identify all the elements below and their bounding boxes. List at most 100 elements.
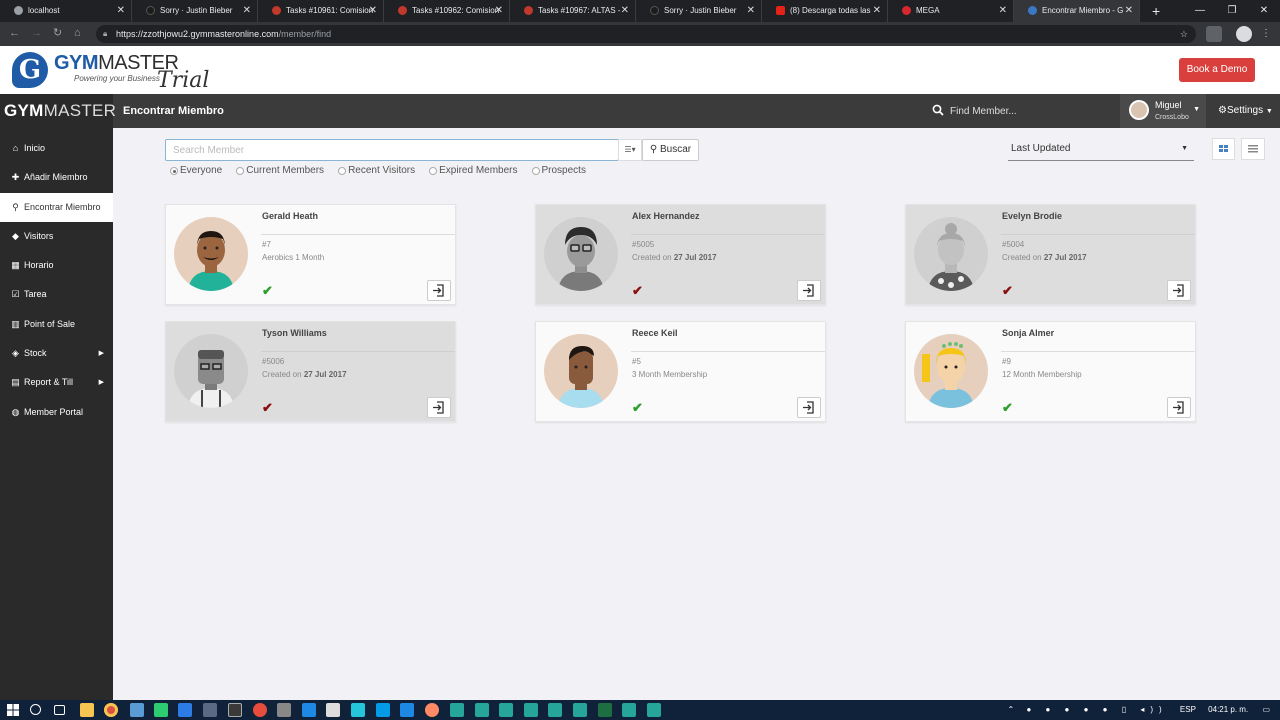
bookmark-star-icon[interactable]: ☆ [1180, 25, 1188, 43]
sidebar-item-point-of-sale[interactable]: ▥ Point of Sale [0, 310, 113, 339]
checkin-button[interactable] [797, 397, 821, 418]
book-demo-button[interactable]: Book a Demo [1179, 58, 1255, 82]
close-icon[interactable]: ✕ [117, 0, 125, 22]
app-icon[interactable] [450, 703, 464, 717]
terminal-icon[interactable] [228, 703, 242, 717]
checkin-button[interactable] [1167, 397, 1191, 418]
app-icon[interactable] [622, 703, 636, 717]
checkin-button[interactable] [427, 397, 451, 418]
checkin-button[interactable] [427, 280, 451, 301]
sidebar-item-tarea[interactable]: ☑ Tarea [0, 280, 113, 309]
radio-current-members[interactable]: Current Members [236, 165, 324, 177]
notification-icon[interactable]: ▭ [1262, 705, 1270, 714]
browser-tab[interactable]: Sorry · Justin Bieber ✕ [636, 0, 762, 22]
app-icon[interactable] [154, 703, 168, 717]
member-name[interactable]: Reece Keil [632, 328, 678, 338]
app-icon[interactable] [253, 703, 267, 717]
member-name[interactable]: Alex Hernandez [632, 211, 700, 221]
close-icon[interactable]: ✕ [1125, 0, 1133, 22]
menu-dots-icon[interactable]: ⋮ [1258, 26, 1274, 42]
sidebar-item-member-portal[interactable]: ◍ Member Portal [0, 398, 113, 427]
app-icon[interactable] [425, 703, 439, 717]
member-name[interactable]: Tyson Williams [262, 328, 327, 338]
excel-icon[interactable] [598, 703, 612, 717]
cortana-icon[interactable] [30, 704, 41, 715]
app-icon[interactable] [475, 703, 489, 717]
browser-tab[interactable]: localhost ✕ [0, 0, 132, 22]
member-card[interactable]: Tyson Williams #5006 Created on 27 Jul 2… [165, 321, 456, 422]
minimize-icon[interactable]: — [1184, 0, 1216, 22]
close-icon[interactable]: ✕ [873, 0, 881, 22]
checkin-button[interactable] [1167, 280, 1191, 301]
radio-recent-visitors[interactable]: Recent Visitors [338, 165, 415, 177]
app-icon[interactable] [302, 703, 316, 717]
buscar-button[interactable]: ⚲ Buscar [642, 139, 699, 161]
url-bar[interactable]: 🔒︎ https://zzothjowu2.gymmasteronline.co… [96, 25, 1196, 43]
filter-options-button[interactable]: ☰▾ [618, 139, 642, 161]
close-icon[interactable]: ✕ [999, 0, 1007, 22]
member-name[interactable]: Sonja Almer [1002, 328, 1054, 338]
forward-icon[interactable]: → [31, 26, 42, 40]
app-icon[interactable] [351, 703, 365, 717]
browser-tab[interactable]: Sorry · Justin Bieber ✕ [132, 0, 258, 22]
file-explorer-icon[interactable] [80, 703, 94, 717]
app-icon[interactable] [178, 703, 192, 717]
restore-icon[interactable]: ❐ [1216, 0, 1248, 22]
member-card[interactable]: Alex Hernandez #5005 Created on 27 Jul 2… [535, 204, 826, 305]
sidebar-item-encontrar-miembro[interactable]: ⚲ Encontrar Miembro [0, 192, 113, 222]
app-icon[interactable] [203, 703, 217, 717]
windows-start-icon[interactable] [6, 703, 20, 717]
member-card[interactable]: Sonja Almer #9 12 Month Membership ✔ [905, 321, 1196, 422]
list-view-button[interactable] [1241, 138, 1265, 160]
browser-tab[interactable]: Tasks #10961: Comision ✕ [258, 0, 384, 22]
app-icon[interactable] [647, 703, 661, 717]
member-card[interactable]: Gerald Heath #7 Aerobics 1 Month ✔ [165, 204, 456, 305]
member-card[interactable]: Evelyn Brodie #5004 Created on 27 Jul 20… [905, 204, 1196, 305]
sidebar-item-report-till[interactable]: ▤ Report & Till ▶ [0, 368, 113, 397]
profile-icon[interactable] [1236, 26, 1252, 42]
app-icon[interactable] [277, 703, 291, 717]
find-member-input[interactable] [950, 102, 1110, 120]
app-icon[interactable] [499, 703, 513, 717]
back-icon[interactable]: ← [9, 26, 20, 40]
reload-icon[interactable]: ↻ [53, 26, 62, 40]
radio-prospects[interactable]: Prospects [531, 165, 586, 177]
extension-icon[interactable] [1206, 26, 1222, 42]
close-icon[interactable]: ✕ [369, 0, 377, 22]
member-name[interactable]: Gerald Heath [262, 211, 318, 221]
close-icon[interactable]: ✕ [621, 0, 629, 22]
browser-tab[interactable]: (8) Descarga todas las ✕ [762, 0, 888, 22]
sidebar-item-anadir-miembro[interactable]: ✚ Añadir Miembro [0, 163, 113, 192]
sidebar-item-inicio[interactable]: ⌂ Inicio [0, 134, 113, 163]
calculator-icon[interactable] [326, 703, 340, 717]
home-browser-icon[interactable]: ⌂ [74, 26, 81, 40]
language-indicator[interactable]: ESP [1180, 705, 1196, 714]
search-member-input[interactable] [165, 139, 619, 161]
sidebar-item-stock[interactable]: ◈ Stock ▶ [0, 339, 113, 368]
close-window-icon[interactable]: ✕ [1248, 0, 1280, 22]
browser-tab[interactable]: Tasks #10967: ALTAS - ✕ [510, 0, 636, 22]
browser-tab[interactable]: Tasks #10962: Comision ✕ [384, 0, 510, 22]
user-menu[interactable]: Miguel CrossLobo ▼ [1120, 94, 1206, 128]
radio-expired-members[interactable]: Expired Members [429, 165, 518, 177]
tray-icons[interactable]: ● ● ● ● ● ▯ ◂)) [1026, 705, 1167, 714]
sidebar-item-horario[interactable]: ▦ Horario [0, 251, 113, 280]
app-icon[interactable] [573, 703, 587, 717]
app-icon[interactable] [548, 703, 562, 717]
app-icon[interactable] [130, 703, 144, 717]
checkin-button[interactable] [797, 280, 821, 301]
member-card[interactable]: Reece Keil #5 3 Month Membership ✔ [535, 321, 826, 422]
telegram-icon[interactable] [376, 703, 390, 717]
sidebar-item-visitors[interactable]: ◆ Visitors [0, 222, 113, 251]
radio-everyone[interactable]: Everyone [170, 165, 222, 177]
grid-view-button[interactable] [1212, 138, 1235, 160]
clock[interactable]: 04:21 p. m. [1208, 705, 1248, 714]
close-icon[interactable]: ✕ [747, 0, 755, 22]
task-view-icon[interactable] [54, 705, 65, 715]
brand[interactable]: GYMMASTER [0, 94, 116, 128]
new-tab-icon[interactable]: + [1152, 3, 1160, 19]
sort-select[interactable]: Last Updated ▼ [1008, 139, 1194, 161]
member-name[interactable]: Evelyn Brodie [1002, 211, 1062, 221]
close-icon[interactable]: ✕ [495, 0, 503, 22]
close-icon[interactable]: ✕ [243, 0, 251, 22]
